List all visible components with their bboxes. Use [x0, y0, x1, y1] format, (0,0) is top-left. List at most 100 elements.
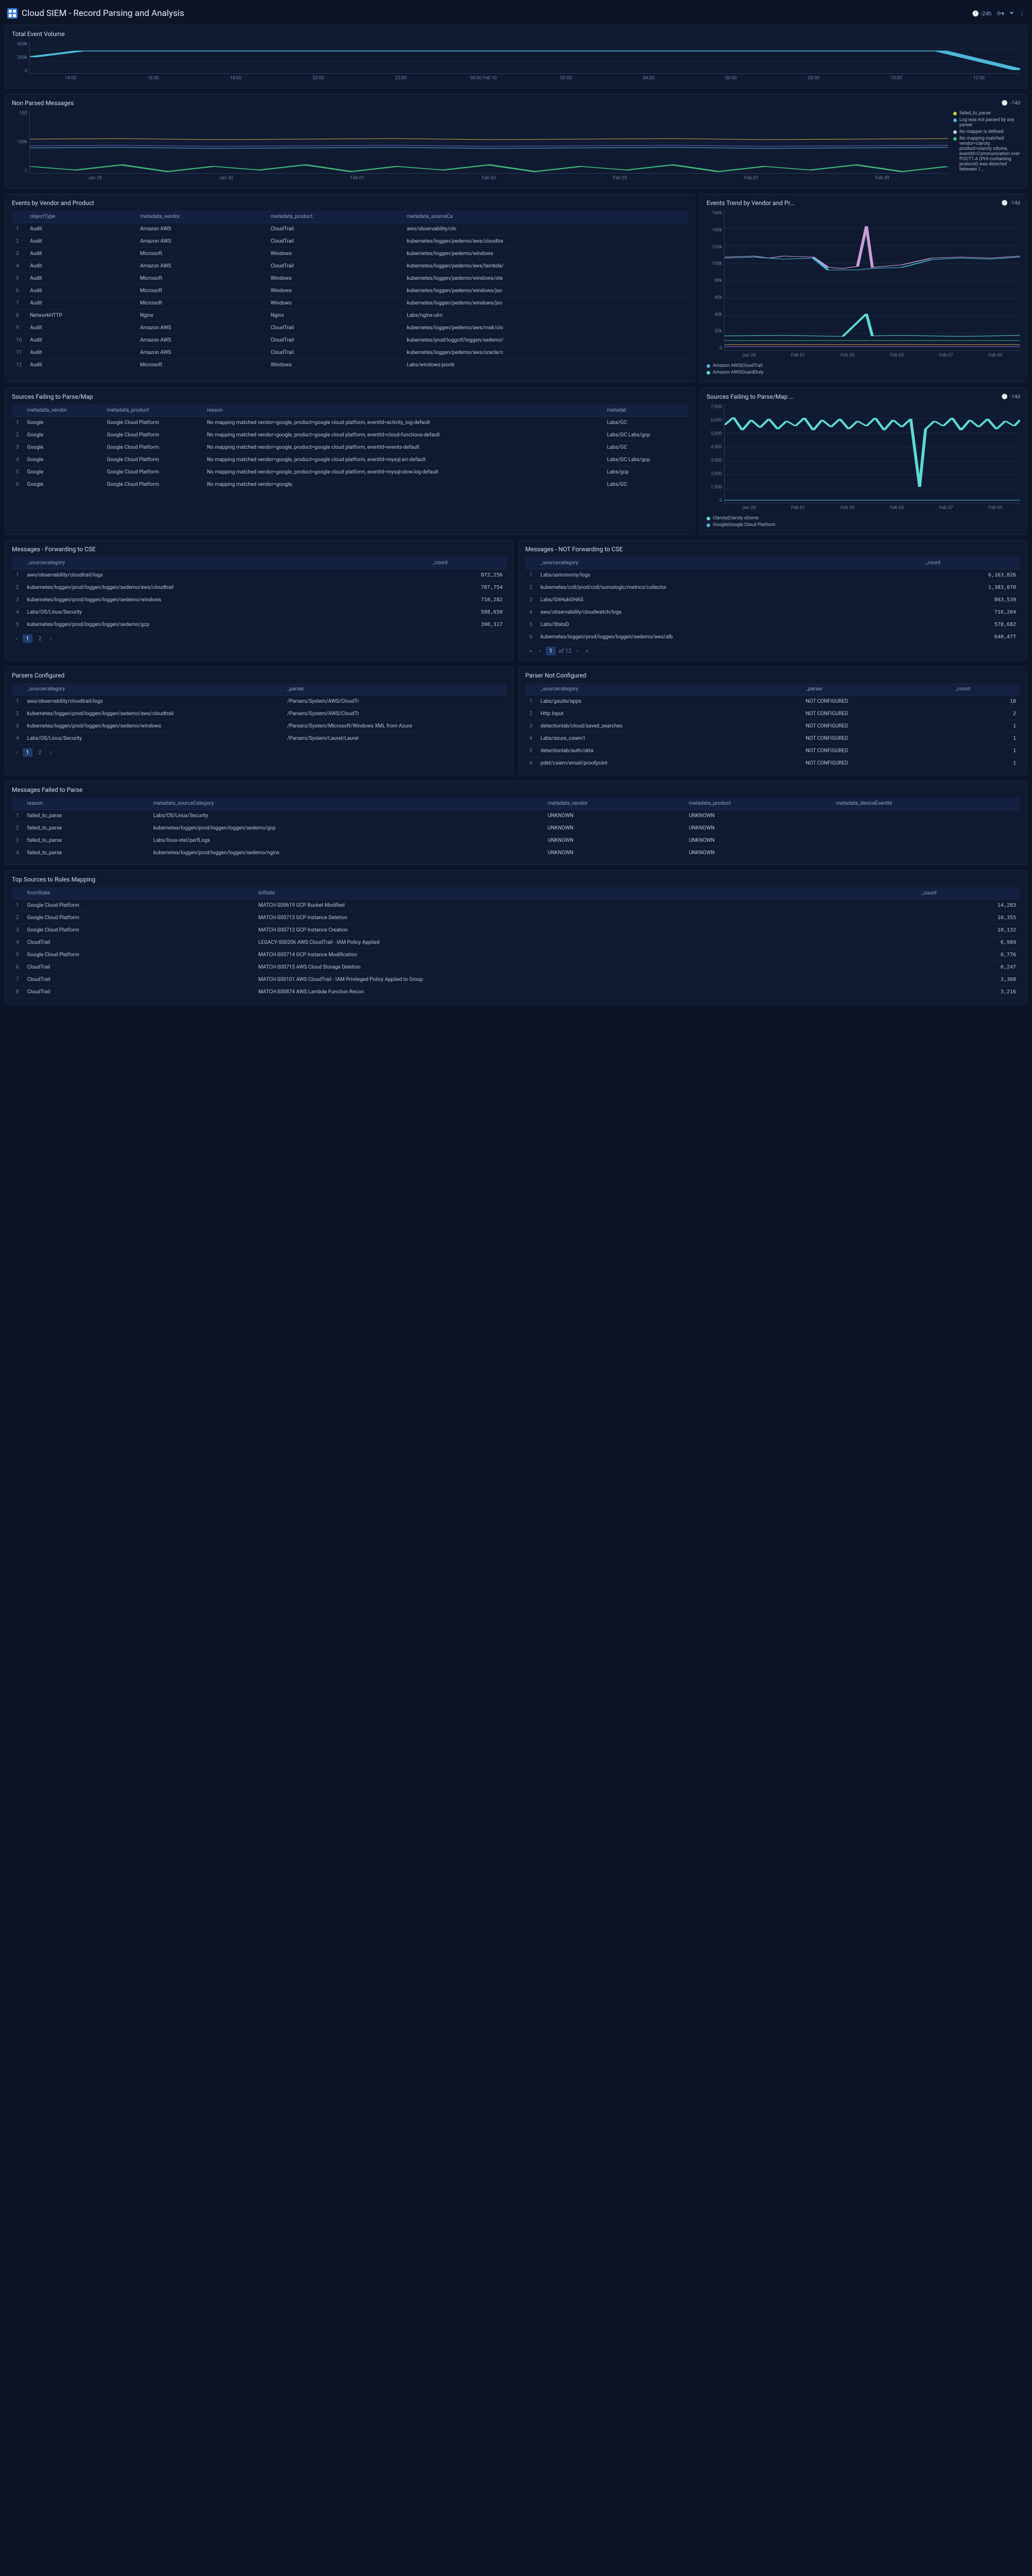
table-row[interactable]: 11AuditAmazon AWSCloudTrailkubernetes/lo…	[12, 347, 688, 359]
legend-item[interactable]: failed_to_parse	[953, 111, 1020, 116]
table-row[interactable]: 3kubernetes/loggen/prod/loggen/loggen/se…	[12, 720, 507, 733]
table-row[interactable]: 6pdet/csiem/email/proofpointNOT CONFIGUR…	[525, 757, 1020, 770]
last-page-icon[interactable]: »	[583, 647, 590, 655]
table-row[interactable]: 1Labs/gsuite/appsNOT CONFIGURED18	[525, 696, 1020, 708]
table-row[interactable]: 8NetworkHTTPNginxNginxLabs/nginx-ulm	[12, 310, 688, 322]
page-2[interactable]: 2	[36, 634, 45, 643]
refresh-icon[interactable]: ⟳▾	[996, 10, 1004, 17]
legend-item[interactable]: No mapper is defined	[953, 129, 1020, 134]
column-header[interactable]: reason	[23, 798, 149, 810]
table-row[interactable]: 2Http InputNOT CONFIGURED2	[525, 708, 1020, 720]
filter-icon[interactable]: ⏷	[1009, 10, 1014, 17]
column-header[interactable]: metadata_vendor	[544, 798, 685, 810]
table-row[interactable]: 10AuditAmazon AWSCloudTrailkubernetes/pr…	[12, 334, 688, 347]
first-page-icon[interactable]: «	[527, 647, 534, 655]
table-row[interactable]: 1Labs/astronomy/logs6,163,826	[525, 569, 1020, 582]
next-page-icon[interactable]: ›	[575, 647, 580, 655]
pager[interactable]: « ‹ 1 of 12 › »	[525, 643, 1020, 655]
pager[interactable]: ‹ 1 2 ›	[12, 745, 507, 757]
column-header[interactable]: toState	[254, 887, 918, 900]
column-header[interactable]: _count	[917, 887, 1020, 900]
column-header[interactable]: objectType	[26, 211, 136, 223]
table-row[interactable]: 2AuditAmazon AWSCloudTrailkubernetes/log…	[12, 235, 688, 248]
next-page-icon[interactable]: ›	[48, 634, 54, 643]
table-row[interactable]: 3GoogleGoogle Cloud PlatformNo mapping m…	[12, 442, 688, 454]
table-row[interactable]: 8CloudTrailMATCH-S00874 AWS Lambda Funct…	[12, 986, 1020, 998]
table-row[interactable]: 5GoogleGoogle Cloud PlatformNo mapping m…	[12, 466, 688, 479]
table-row[interactable]: 6CloudTrailMATCH-S00715 AWS Cloud Storag…	[12, 961, 1020, 974]
table-row[interactable]: 1aws/observability/cloudtrail/logs/Parse…	[12, 696, 507, 708]
table-row[interactable]: 2failed_to_parsekubernetes/loggen/prod/l…	[12, 822, 1020, 835]
prev-page-icon[interactable]: ‹	[14, 748, 20, 757]
column-header[interactable]: metadata_deviceEventId	[832, 798, 1020, 810]
column-header[interactable]: _sourcecategory	[537, 683, 802, 696]
table-row[interactable]: 2Google Cloud PlatformMATCH-S00713 GCP I…	[12, 912, 1020, 924]
page-1[interactable]: 1	[23, 634, 32, 643]
table-row[interactable]: 12AuditMicrosoftWindowsLabs/windows-json…	[12, 359, 688, 371]
column-header[interactable]: _parser	[801, 683, 951, 696]
table-row[interactable]: 5Labs/StatsD578,682	[525, 619, 1020, 631]
column-header[interactable]: fromState	[23, 887, 254, 900]
column-header[interactable]: metadata_product	[685, 798, 832, 810]
table-row[interactable]: 3failed_to_parseLabs/linux-otel/perfLogs…	[12, 835, 1020, 847]
table-row[interactable]: 4Labs/OS/Linux/Security588,650	[12, 606, 507, 619]
column-header[interactable]: metadata_vendor	[23, 404, 103, 417]
column-header[interactable]: reason	[203, 404, 603, 417]
more-icon[interactable]: ⋮	[1019, 10, 1025, 17]
table-row[interactable]: 2GoogleGoogle Cloud PlatformNo mapping m…	[12, 429, 688, 442]
table-row[interactable]: 4failed_to_parsekubernetes/loggen/prod/l…	[12, 847, 1020, 859]
table-row[interactable]: 2kubernetes/loggen/prod/loggen/loggen/se…	[12, 582, 507, 594]
table-row[interactable]: 1Google Cloud PlatformMATCH-S00619 GCP B…	[12, 900, 1020, 912]
table-row[interactable]: 2kubernetes/loggen/prod/loggen/loggen/se…	[12, 708, 507, 720]
table-row[interactable]: 4AuditAmazon AWSCloudTrailkubernetes/log…	[12, 260, 688, 273]
table-row[interactable]: 5detectionlab/auth/oktaNOT CONFIGURED1	[525, 745, 1020, 757]
legend-item[interactable]: Claroty|Claroty xDome	[707, 516, 1020, 521]
panel-time-range[interactable]: 🕐 -14d	[1002, 100, 1020, 106]
legend-item[interactable]: No mapping matched vendor=claroty, produ…	[953, 136, 1020, 172]
table-row[interactable]: 6kubernetes/loggen/prod/loggen/loggen/se…	[525, 631, 1020, 643]
table-row[interactable]: 4Labs/azure_csiem1NOT CONFIGURED1	[525, 733, 1020, 745]
column-header[interactable]: _count	[921, 557, 1020, 569]
prev-page-icon[interactable]: ‹	[14, 634, 20, 643]
table-row[interactable]: 1failed_to_parseLabs/OS/Linux/SecurityUN…	[12, 810, 1020, 822]
pager[interactable]: ‹ 1 2 ›	[12, 631, 507, 643]
legend-item[interactable]: Amazon AWS|CloudTrail	[707, 363, 1020, 368]
table-row[interactable]: 3Labs/GitHubGHAS863,539	[525, 594, 1020, 606]
prev-page-icon[interactable]: ‹	[537, 647, 543, 655]
table-row[interactable]: 2kubernetes/coll/prod/coll/sumologic/met…	[525, 582, 1020, 594]
table-row[interactable]: 4GoogleGoogle Cloud PlatformNo mapping m…	[12, 454, 688, 466]
table-row[interactable]: 3detectionlab/cloud/saved_searchesNOT CO…	[525, 720, 1020, 733]
column-header[interactable]: metadata_vendor	[136, 211, 267, 223]
table-row[interactable]: 6AuditMicrosoftWindowskubernetes/loggen/…	[12, 285, 688, 297]
table-row[interactable]: 7AuditMicrosoftWindowskubernetes/loggen/…	[12, 297, 688, 310]
table-row[interactable]: 3Google Cloud PlatformMATCH-S00712 GCP I…	[12, 924, 1020, 937]
table-row[interactable]: 6GoogleGoogle Cloud PlatformNo mapping m…	[12, 479, 688, 491]
next-page-icon[interactable]: ›	[48, 748, 54, 757]
column-header[interactable]: metadata_product	[267, 211, 403, 223]
legend-item[interactable]: Google|Google Cloud Platform	[707, 522, 1020, 528]
table-row[interactable]: 5AuditMicrosoftWindowskubernetes/loggen/…	[12, 273, 688, 285]
column-header[interactable]: metadat	[603, 404, 688, 417]
table-row[interactable]: 3AuditMicrosoftWindowskubernetes/loggen/…	[12, 248, 688, 260]
table-row[interactable]: 1aws/observability/cloudtrail/logs872,25…	[12, 569, 507, 582]
table-row[interactable]: 5kubernetes/loggen/prod/loggen/loggen/se…	[12, 619, 507, 631]
column-header[interactable]: _sourcecategory	[537, 557, 921, 569]
table-row[interactable]: 7CloudTrailMATCH-S00101 AWS CloudTrail -…	[12, 974, 1020, 986]
table-row[interactable]: 4aws/observability/cloudwatch/logs716,26…	[525, 606, 1020, 619]
column-header[interactable]: _count	[951, 683, 1020, 696]
legend-item[interactable]: Log was not parsed by any parser	[953, 117, 1020, 128]
column-header[interactable]: metadata_product	[103, 404, 203, 417]
table-row[interactable]: 9AuditAmazon AWSCloudTrailkubernetes/log…	[12, 322, 688, 334]
time-range-selector[interactable]: 🕐 -24h	[972, 10, 992, 17]
table-row[interactable]: 3kubernetes/loggen/prod/loggen/loggen/se…	[12, 594, 507, 606]
table-row[interactable]: 1GoogleGoogle Cloud PlatformNo mapping m…	[12, 417, 688, 429]
column-header[interactable]: metadata_sourceCategory	[149, 798, 544, 810]
table-row[interactable]: 5Google Cloud PlatformMATCH-S00714 GCP I…	[12, 949, 1020, 961]
table-row[interactable]: 4CloudTrailLEGACY-S00206 AWS CloudTrail …	[12, 937, 1020, 949]
column-header[interactable]: _sourcecategory	[23, 683, 283, 696]
column-header[interactable]: _parser	[283, 683, 507, 696]
column-header[interactable]: metadata_sourceCa	[403, 211, 688, 223]
column-header[interactable]: _count	[428, 557, 507, 569]
column-header[interactable]: _sourcecategory	[23, 557, 428, 569]
table-row[interactable]: 4Labs/OS/Linux/Security/Parsers/System/L…	[12, 733, 507, 745]
